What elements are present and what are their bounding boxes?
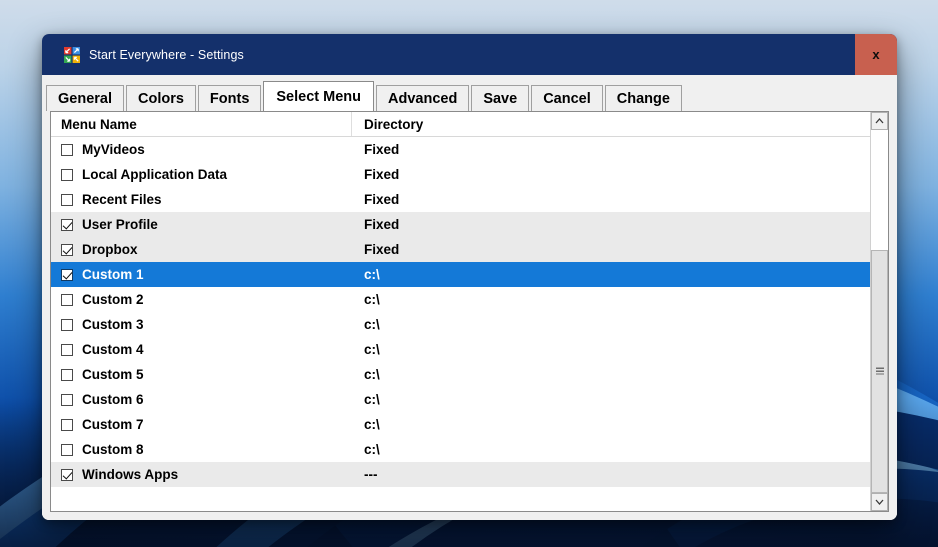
row-directory-cell: c:\ (364, 442, 380, 457)
tab-advanced[interactable]: Advanced (376, 85, 470, 111)
row-name-label: Custom 6 (82, 392, 144, 407)
table-row[interactable]: Recent Files Fixed (51, 187, 870, 212)
row-name-cell: Custom 4 (51, 342, 352, 357)
row-name-label: Custom 8 (82, 442, 144, 457)
scroll-up-button[interactable] (871, 112, 888, 130)
row-checkbox[interactable] (61, 368, 73, 381)
window-title: Start Everywhere - Settings (89, 47, 244, 62)
close-button[interactable]: x (855, 34, 897, 75)
table-row[interactable]: Custom 6 c:\ (51, 387, 870, 412)
table-row[interactable]: Custom 1 c:\ (51, 262, 870, 287)
row-name-cell: Custom 1 (51, 267, 352, 282)
column-header-directory[interactable]: Directory (352, 112, 870, 136)
window-client-area: General Colors Fonts Select Menu Advanced Sav… (42, 75, 897, 520)
list-rows: MyVideos Fixed Local Application Data Fixed… (51, 137, 870, 511)
row-name-label: Dropbox (82, 242, 138, 257)
row-checkbox[interactable] (61, 193, 73, 206)
row-checkbox[interactable] (61, 443, 73, 456)
row-name-cell: Recent Files (51, 192, 352, 207)
tab-general[interactable]: General (46, 85, 124, 111)
row-checkbox[interactable] (61, 343, 73, 356)
table-row[interactable]: Custom 8 c:\ (51, 437, 870, 462)
row-name-cell: Windows Apps (51, 467, 352, 482)
row-directory-cell: c:\ (364, 267, 380, 282)
row-name-cell: Dropbox (51, 242, 352, 257)
row-directory-cell: Fixed (364, 142, 400, 157)
table-row[interactable]: Dropbox Fixed (51, 237, 870, 262)
row-directory-cell: Fixed (364, 242, 400, 257)
row-checkbox[interactable] (61, 418, 73, 431)
scrollbar-grip-icon (875, 367, 884, 375)
row-checkbox[interactable] (61, 268, 73, 281)
row-name-cell: Custom 5 (51, 367, 352, 382)
table-row[interactable]: Custom 3 c:\ (51, 312, 870, 337)
row-name-label: Local Application Data (82, 167, 228, 182)
tab-select-menu[interactable]: Select Menu (263, 81, 374, 111)
row-directory-cell: Fixed (364, 192, 400, 207)
row-name-label: Windows Apps (82, 467, 179, 482)
row-directory-cell: c:\ (364, 392, 380, 407)
row-directory-cell: Fixed (364, 167, 400, 182)
row-checkbox[interactable] (61, 393, 73, 406)
row-name-label: User Profile (82, 217, 158, 232)
scrollbar-thumb[interactable] (871, 249, 888, 493)
list-header-row: Menu Name Directory (51, 112, 870, 137)
row-checkbox[interactable] (61, 293, 73, 306)
row-checkbox[interactable] (61, 168, 73, 181)
row-name-label: Custom 2 (82, 292, 144, 307)
tab-strip: General Colors Fonts Select Menu Advanced Sav… (42, 75, 897, 111)
column-header-menu-name[interactable]: Menu Name (51, 112, 352, 136)
table-row[interactable]: Local Application Data Fixed (51, 162, 870, 187)
row-name-cell: Custom 7 (51, 417, 352, 432)
row-name-cell: MyVideos (51, 142, 352, 157)
row-directory-cell: c:\ (364, 417, 380, 432)
row-checkbox[interactable] (61, 318, 73, 331)
row-directory-cell: c:\ (364, 292, 380, 307)
row-name-label: Custom 7 (82, 417, 144, 432)
row-directory-cell: c:\ (364, 342, 380, 357)
menu-list-view: Menu Name Directory MyVideos Fixed Local A… (50, 111, 889, 512)
table-row[interactable]: Custom 5 c:\ (51, 362, 870, 387)
tab-colors[interactable]: Colors (126, 85, 196, 111)
scroll-down-button[interactable] (871, 493, 888, 511)
table-row[interactable]: Windows Apps --- (51, 462, 870, 487)
table-row[interactable]: User Profile Fixed (51, 212, 870, 237)
table-row[interactable]: Custom 4 c:\ (51, 337, 870, 362)
scrollbar-track[interactable] (871, 130, 888, 493)
tab-change[interactable]: Change (604, 85, 682, 111)
row-name-cell: Custom 2 (51, 292, 352, 307)
row-name-label: Recent Files (82, 192, 162, 207)
row-name-cell: Custom 3 (51, 317, 352, 332)
tab-fonts[interactable]: Fonts (197, 85, 262, 111)
row-checkbox[interactable] (61, 143, 73, 156)
row-name-cell: User Profile (51, 217, 352, 232)
table-row[interactable]: Custom 2 c:\ (51, 287, 870, 312)
row-name-label: Custom 5 (82, 367, 144, 382)
menu-list-body: Menu Name Directory MyVideos Fixed Local A… (51, 112, 870, 511)
row-directory-cell: --- (364, 467, 378, 482)
tab-save[interactable]: Save (471, 85, 530, 111)
row-checkbox[interactable] (61, 468, 73, 481)
row-name-cell: Custom 8 (51, 442, 352, 457)
window-titlebar[interactable]: Start Everywhere - Settings x (42, 34, 897, 75)
row-name-label: MyVideos (82, 142, 145, 157)
tab-cancel[interactable]: Cancel (531, 85, 603, 111)
row-checkbox[interactable] (61, 243, 73, 256)
row-name-label: Custom 1 (82, 267, 144, 282)
row-checkbox[interactable] (61, 218, 73, 231)
row-directory-cell: c:\ (364, 367, 380, 382)
row-directory-cell: Fixed (364, 217, 400, 232)
table-row[interactable]: Custom 7 c:\ (51, 412, 870, 437)
settings-window: Start Everywhere - Settings x General Col… (42, 34, 897, 520)
row-name-cell: Custom 6 (51, 392, 352, 407)
four-quadrant-arrows-icon (64, 46, 80, 63)
vertical-scrollbar[interactable] (870, 112, 888, 511)
row-name-cell: Local Application Data (51, 167, 352, 182)
row-directory-cell: c:\ (364, 317, 380, 332)
row-name-label: Custom 4 (82, 342, 144, 357)
row-name-label: Custom 3 (82, 317, 144, 332)
table-row[interactable]: MyVideos Fixed (51, 137, 870, 162)
